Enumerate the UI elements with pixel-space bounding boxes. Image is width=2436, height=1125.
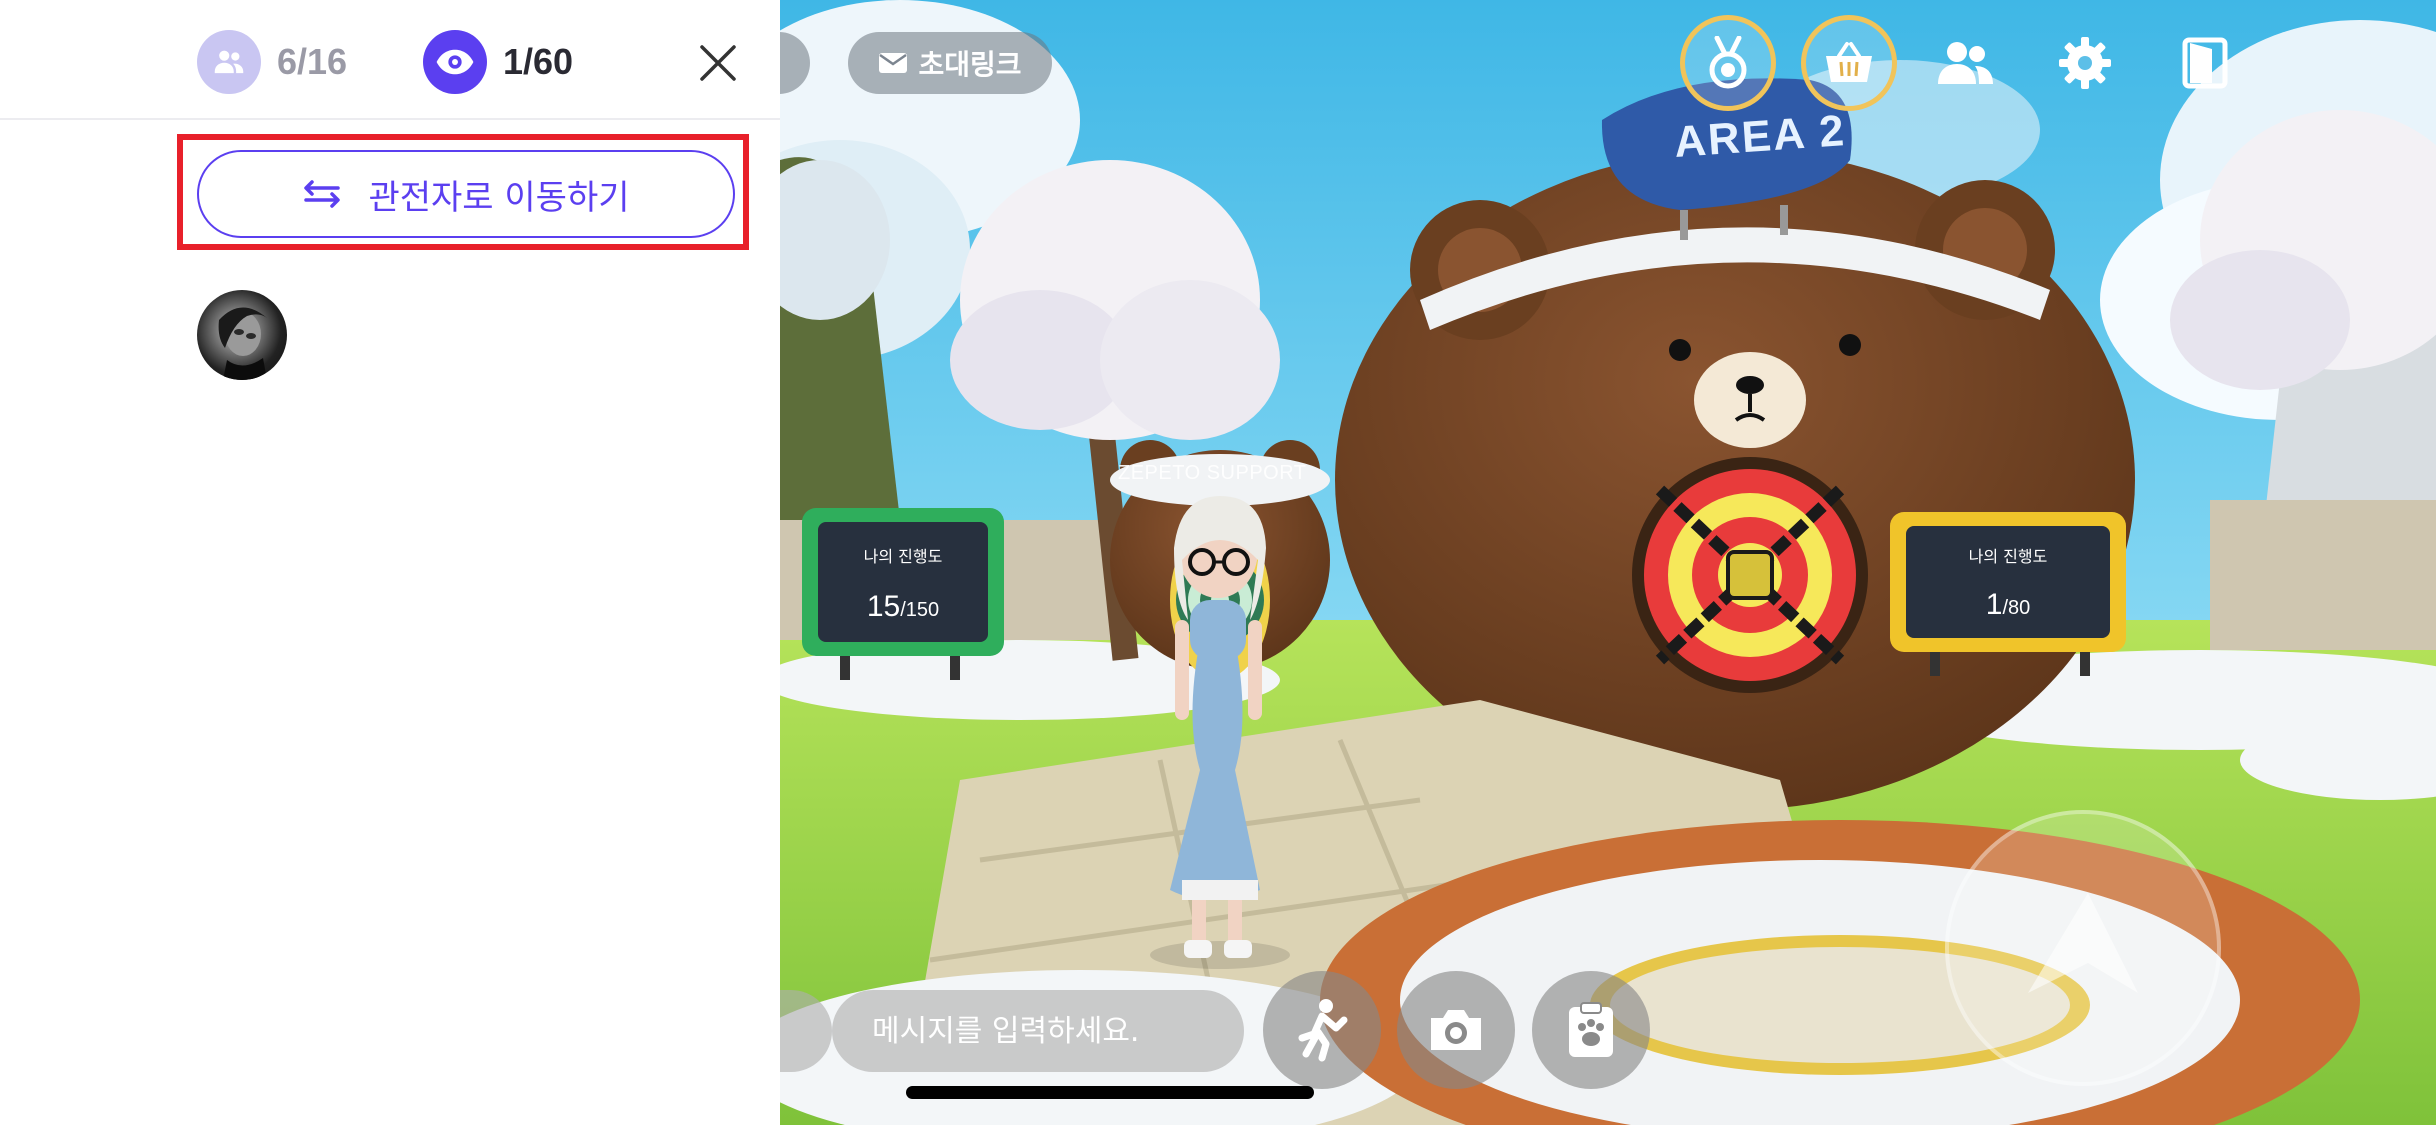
exit-button[interactable] xyxy=(2170,28,2240,98)
jump-button[interactable] xyxy=(1945,810,2221,1086)
mail-icon xyxy=(879,53,908,73)
avatar-image xyxy=(218,307,267,380)
player-name-tag: ZEPETO SUPPORT xyxy=(1118,462,1307,484)
exit-door-icon xyxy=(2182,37,2228,89)
people-icon xyxy=(197,30,261,94)
home-indicator xyxy=(906,1086,1314,1099)
spectators-count-text: 1/60 xyxy=(503,41,574,82)
jump-arrow-icon xyxy=(2028,893,2138,993)
right-board-title: 나의 진행도 xyxy=(1968,547,2048,566)
gesture-icon xyxy=(1298,999,1348,1062)
eye-icon xyxy=(423,30,487,94)
camera-icon xyxy=(1431,1010,1481,1050)
players-count: 6/16 xyxy=(197,30,347,94)
players-count-text: 6/16 xyxy=(277,41,348,82)
move-to-spectator-label: 관전자로 이동하기 xyxy=(368,177,630,218)
medal-icon xyxy=(1709,36,1747,89)
close-button[interactable] xyxy=(690,35,746,91)
left-board-value: 15 xyxy=(866,590,901,623)
gear-icon xyxy=(2059,37,2111,89)
right-board-total: /80 xyxy=(2002,597,2031,619)
avatar[interactable] xyxy=(197,290,287,380)
spectators-count: 1/60 xyxy=(423,30,573,94)
left-board-progress: 15/150 xyxy=(818,590,988,624)
gesture-button[interactable] xyxy=(1263,971,1381,1089)
shop-button[interactable] xyxy=(1801,15,1897,111)
medal-button[interactable] xyxy=(1680,15,1776,111)
message-input[interactable] xyxy=(832,990,1244,1072)
swap-arrows-icon xyxy=(304,180,341,208)
shop-basket-icon xyxy=(1826,42,1872,82)
pet-paw-icon xyxy=(1569,1002,1613,1057)
invite-link-button[interactable]: 초대링크 xyxy=(848,32,1052,94)
left-board-title: 나의 진행도 xyxy=(863,547,943,566)
invite-link-label: 초대링크 xyxy=(918,48,1022,81)
right-board-progress: 1/80 xyxy=(1906,588,2110,622)
move-to-spectator-button[interactable]: 관전자로 이동하기 xyxy=(197,150,735,238)
panel-header: 6/16 1/60 xyxy=(0,0,780,120)
game-view[interactable]: AREA 2 ZEPETO SUPPORT 나의 진행도 15/150 나의 진… xyxy=(780,0,2436,1125)
friends-icon xyxy=(1938,42,1993,84)
pet-button[interactable] xyxy=(1532,971,1650,1089)
settings-button[interactable] xyxy=(2050,28,2120,98)
spectator-panel: 6/16 1/60 관전자로 이동하기 xyxy=(0,0,780,1125)
right-board-value: 1 xyxy=(1985,588,2003,621)
close-icon xyxy=(700,45,736,81)
friends-button[interactable] xyxy=(1930,28,2000,98)
camera-button[interactable] xyxy=(1397,971,1515,1089)
left-board-total: /150 xyxy=(900,599,940,621)
